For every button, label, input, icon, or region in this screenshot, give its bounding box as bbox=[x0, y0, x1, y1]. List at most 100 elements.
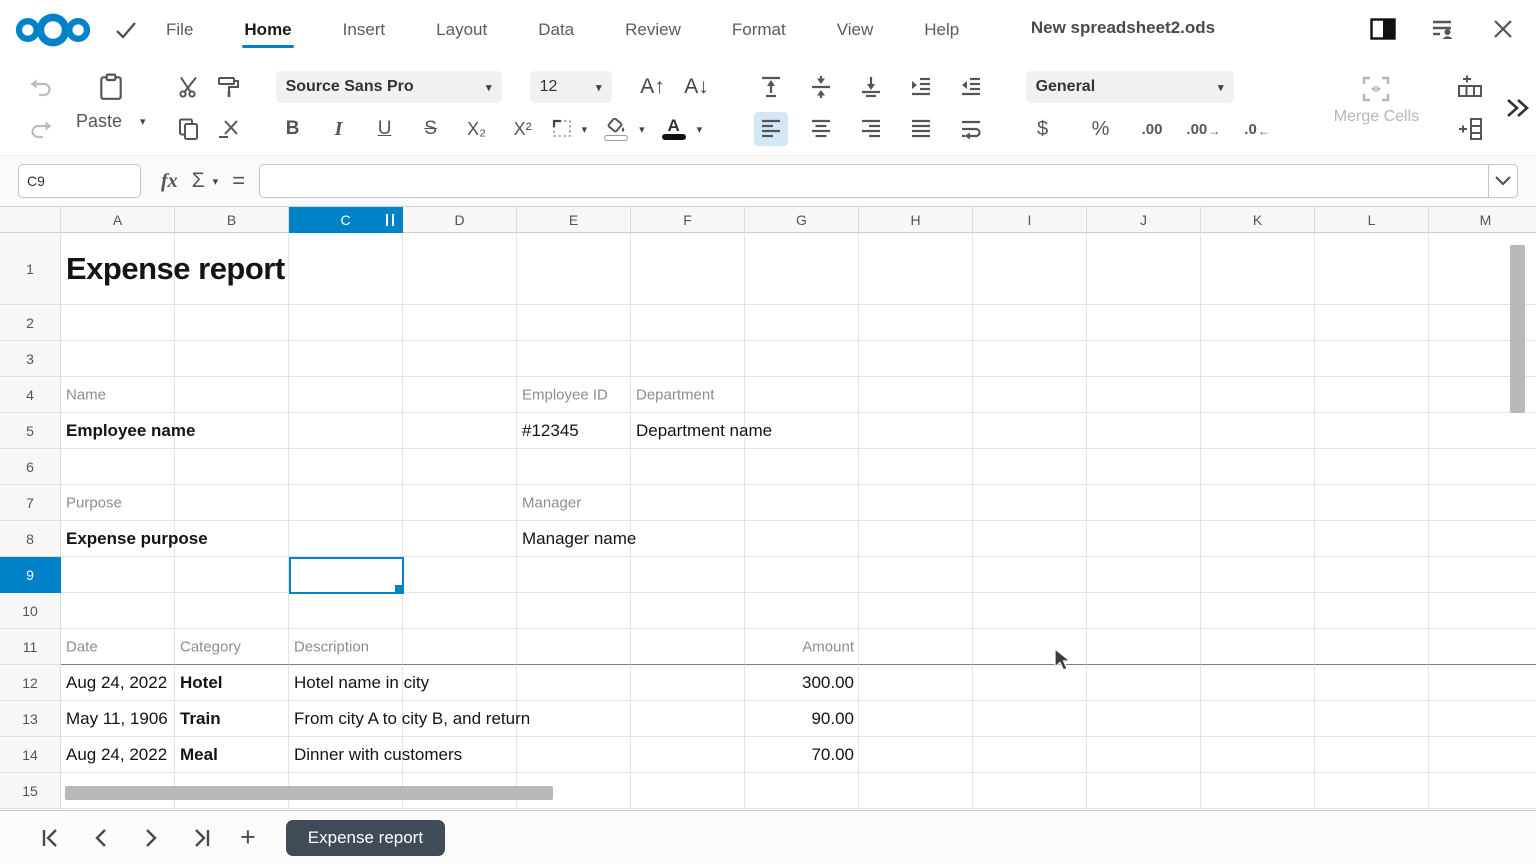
cell-I2[interactable] bbox=[973, 305, 1087, 341]
cell-E2[interactable] bbox=[517, 305, 631, 341]
row-header-11[interactable]: 11 bbox=[0, 629, 61, 665]
user-list-button[interactable] bbox=[1428, 14, 1458, 44]
cell-I5[interactable] bbox=[973, 413, 1087, 449]
col-header-B[interactable]: B bbox=[175, 207, 289, 233]
row-header-6[interactable]: 6 bbox=[0, 449, 61, 485]
insert-column-button[interactable] bbox=[1453, 112, 1487, 146]
row-header-3[interactable]: 3 bbox=[0, 341, 61, 377]
cell-H6[interactable] bbox=[859, 449, 973, 485]
cell-A9[interactable] bbox=[61, 557, 175, 593]
cell-H5[interactable] bbox=[859, 413, 973, 449]
cell-G7[interactable] bbox=[745, 485, 859, 521]
cell-A14[interactable]: Aug 24, 2022 bbox=[61, 737, 175, 773]
cell-E7[interactable]: Manager bbox=[517, 485, 631, 521]
increase-indent-button[interactable] bbox=[904, 70, 938, 104]
cell-F2[interactable] bbox=[631, 305, 745, 341]
cell-E4[interactable]: Employee ID bbox=[517, 377, 631, 413]
cell-I14[interactable] bbox=[973, 737, 1087, 773]
cell-J5[interactable] bbox=[1087, 413, 1201, 449]
row-header-9[interactable]: 9 bbox=[0, 557, 61, 593]
cell-G1[interactable] bbox=[745, 233, 859, 305]
cell-M12[interactable] bbox=[1429, 665, 1536, 701]
cell-B2[interactable] bbox=[175, 305, 289, 341]
cell-G6[interactable] bbox=[745, 449, 859, 485]
cell-J15[interactable] bbox=[1087, 773, 1201, 809]
cell-F14[interactable] bbox=[631, 737, 745, 773]
cell-reference-box[interactable]: C9 bbox=[18, 164, 141, 198]
cell-A1[interactable]: Expense report bbox=[61, 233, 175, 305]
cell-K9[interactable] bbox=[1201, 557, 1315, 593]
cell-K6[interactable] bbox=[1201, 449, 1315, 485]
cell-F7[interactable] bbox=[631, 485, 745, 521]
cell-D3[interactable] bbox=[403, 341, 517, 377]
cell-G13[interactable]: 90.00 bbox=[745, 701, 859, 737]
cell-G3[interactable] bbox=[745, 341, 859, 377]
cell-I4[interactable] bbox=[973, 377, 1087, 413]
toggle-sidebar-button[interactable] bbox=[1368, 14, 1398, 44]
subscript-button[interactable]: X₂ bbox=[460, 112, 494, 146]
cell-J6[interactable] bbox=[1087, 449, 1201, 485]
cell-F1[interactable] bbox=[631, 233, 745, 305]
cell-J12[interactable] bbox=[1087, 665, 1201, 701]
sum-button[interactable]: Σ ▾ bbox=[192, 169, 219, 193]
cell-M5[interactable] bbox=[1429, 413, 1536, 449]
cell-C11[interactable]: Description bbox=[289, 629, 403, 665]
cell-K4[interactable] bbox=[1201, 377, 1315, 413]
cell-I15[interactable] bbox=[973, 773, 1087, 809]
cell-K11[interactable] bbox=[1201, 629, 1315, 665]
cell-K14[interactable] bbox=[1201, 737, 1315, 773]
cell-G8[interactable] bbox=[745, 521, 859, 557]
cell-L7[interactable] bbox=[1315, 485, 1429, 521]
cell-D13[interactable] bbox=[403, 701, 517, 737]
col-header-H[interactable]: H bbox=[859, 207, 973, 233]
row-header-10[interactable]: 10 bbox=[0, 593, 61, 629]
cell-F4[interactable]: Department bbox=[631, 377, 745, 413]
cell-C13[interactable]: From city A to city B, and return bbox=[289, 701, 403, 737]
cell-L15[interactable] bbox=[1315, 773, 1429, 809]
font-color-button[interactable]: A bbox=[657, 112, 691, 146]
cell-L6[interactable] bbox=[1315, 449, 1429, 485]
cell-H3[interactable] bbox=[859, 341, 973, 377]
cell-C14[interactable]: Dinner with customers bbox=[289, 737, 403, 773]
col-header-G[interactable]: G bbox=[745, 207, 859, 233]
cell-K8[interactable] bbox=[1201, 521, 1315, 557]
cell-D4[interactable] bbox=[403, 377, 517, 413]
row-header-5[interactable]: 5 bbox=[0, 413, 61, 449]
select-all-corner[interactable] bbox=[0, 207, 61, 233]
cell-D1[interactable] bbox=[403, 233, 517, 305]
menu-data[interactable]: Data bbox=[536, 14, 576, 46]
cell-I13[interactable] bbox=[973, 701, 1087, 737]
cell-G12[interactable]: 300.00 bbox=[745, 665, 859, 701]
justify-button[interactable] bbox=[904, 112, 938, 146]
strikethrough-button[interactable]: S bbox=[414, 112, 448, 146]
cell-L9[interactable] bbox=[1315, 557, 1429, 593]
cell-J4[interactable] bbox=[1087, 377, 1201, 413]
cell-M15[interactable] bbox=[1429, 773, 1536, 809]
cell-L8[interactable] bbox=[1315, 521, 1429, 557]
cell-E1[interactable] bbox=[517, 233, 631, 305]
cell-B13[interactable]: Train bbox=[175, 701, 289, 737]
cut-button[interactable] bbox=[172, 70, 206, 104]
expand-formula-bar-button[interactable] bbox=[1488, 164, 1518, 198]
cell-B8[interactable] bbox=[175, 521, 289, 557]
cell-J8[interactable] bbox=[1087, 521, 1201, 557]
cell-K12[interactable] bbox=[1201, 665, 1315, 701]
col-header-F[interactable]: F bbox=[631, 207, 745, 233]
cell-F8[interactable] bbox=[631, 521, 745, 557]
cell-D2[interactable] bbox=[403, 305, 517, 341]
cell-J9[interactable] bbox=[1087, 557, 1201, 593]
cell-H13[interactable] bbox=[859, 701, 973, 737]
cell-A11[interactable]: Date bbox=[61, 629, 175, 665]
cell-I7[interactable] bbox=[973, 485, 1087, 521]
cell-M9[interactable] bbox=[1429, 557, 1536, 593]
number-format-select[interactable]: General ▾ bbox=[1026, 71, 1234, 103]
horizontal-scrollbar[interactable] bbox=[65, 786, 553, 800]
cell-M10[interactable] bbox=[1429, 593, 1536, 629]
cell-C2[interactable] bbox=[289, 305, 403, 341]
row-header-4[interactable]: 4 bbox=[0, 377, 61, 413]
cell-C8[interactable] bbox=[289, 521, 403, 557]
cell-G4[interactable] bbox=[745, 377, 859, 413]
cell-C6[interactable] bbox=[289, 449, 403, 485]
cell-I1[interactable] bbox=[973, 233, 1087, 305]
borders-button[interactable]: ▾ bbox=[552, 112, 588, 146]
